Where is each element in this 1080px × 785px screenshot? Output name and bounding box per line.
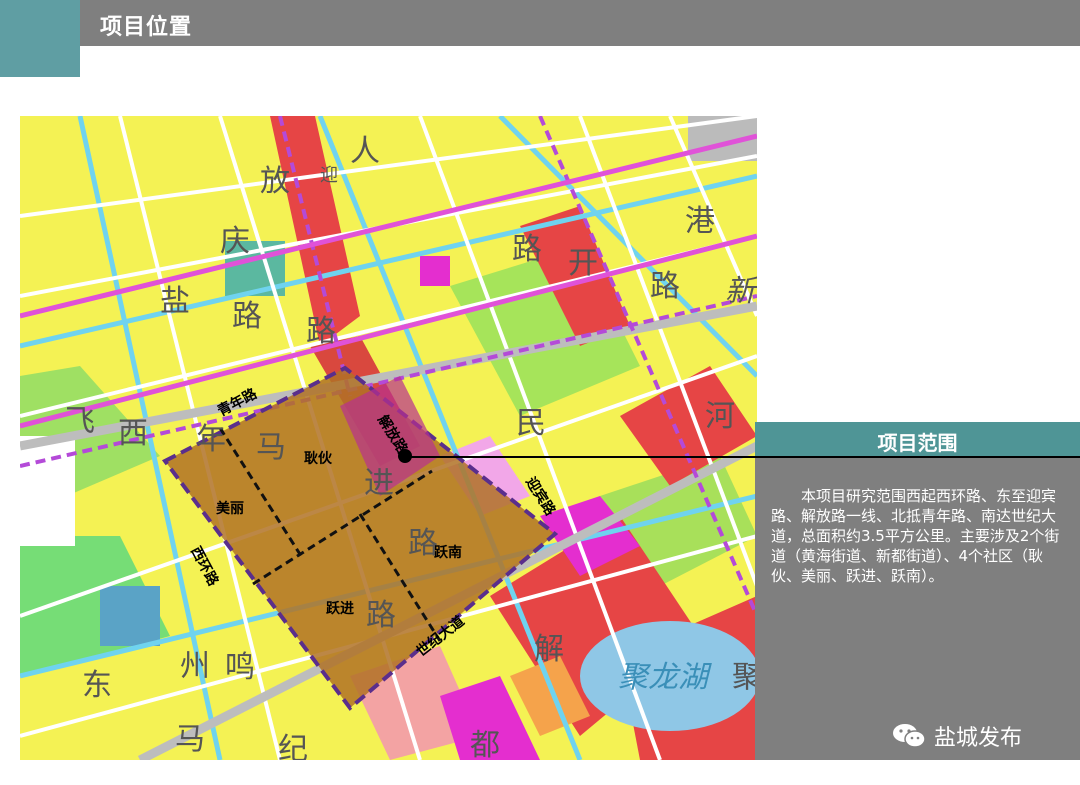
map-bg-char: 路 bbox=[512, 232, 542, 267]
map-bg-char: 解 bbox=[534, 632, 564, 667]
map-bg-char: 飞 bbox=[65, 404, 95, 439]
callout-dot bbox=[398, 449, 412, 463]
panel-title-bar: 项目范围 bbox=[755, 422, 1080, 458]
watermark: 盐城发布 bbox=[892, 720, 1022, 752]
panel-title: 项目范围 bbox=[877, 431, 958, 455]
map-bg-char: 开 bbox=[568, 246, 598, 281]
map-bg-char: 人 bbox=[350, 134, 380, 169]
header-bar: 项目位置 bbox=[80, 0, 1080, 46]
map-bg-char: 盐 bbox=[160, 284, 190, 319]
header-accent-block bbox=[0, 0, 80, 77]
area-label-meili: 美丽 bbox=[216, 501, 244, 517]
map-bg-char: 马 bbox=[175, 722, 205, 757]
map-bg-char: 民 bbox=[516, 406, 546, 441]
map-bg-char: 迎 bbox=[320, 165, 338, 186]
map-bg-char: 路 bbox=[366, 598, 396, 633]
map-bg-char: 港 bbox=[685, 204, 715, 239]
watermark-label: 盐城发布 bbox=[934, 726, 1023, 751]
map-bg-char: 进 bbox=[364, 466, 394, 501]
page-title: 项目位置 bbox=[100, 15, 193, 40]
wechat-icon bbox=[893, 724, 926, 748]
map-bg-char: 西 bbox=[118, 416, 148, 451]
map-bg-char: 鸣 bbox=[225, 650, 255, 685]
project-scope-panel: 项目范围 本项目研究范围西起西环路、东至迎宾路、解放路一线、北抵青年路、南达世纪… bbox=[755, 422, 1080, 760]
map-bg-char: 路 bbox=[232, 299, 262, 334]
map-bg-char: 聚 bbox=[732, 660, 757, 695]
map-bg-char: 路 bbox=[650, 269, 680, 304]
map-bg-char: 年 bbox=[196, 422, 226, 457]
map-bg-char: 聚龙湖 bbox=[618, 660, 708, 695]
panel-description: 本项目研究范围西起西环路、东至迎宾路、解放路一线、北抵青年路、南达世纪大道，总面… bbox=[771, 487, 1060, 585]
map-bg-char: 庆 bbox=[220, 224, 250, 259]
map-bg-char: 东 bbox=[82, 668, 112, 703]
map-bg-char: 州 bbox=[180, 649, 210, 684]
map-bg-char: 都 bbox=[470, 728, 500, 760]
area-label-yuenan: 跃南 bbox=[434, 545, 462, 561]
map-bg-char: 路 bbox=[306, 314, 336, 349]
map-bg-char: 放 bbox=[260, 164, 290, 199]
callout-line bbox=[405, 456, 1080, 458]
area-label-gengu: 耿伙 bbox=[304, 451, 332, 467]
map-bg-char: 新 bbox=[725, 274, 755, 309]
location-map: 人 放 迎 庆 盐 路 路 港 路 开 路 新 民 河 飞 西 年 马 进 路 … bbox=[20, 116, 757, 760]
map-bg-char: 马 bbox=[256, 430, 286, 465]
area-label-yuejin: 跃进 bbox=[326, 601, 354, 617]
map-bg-char: 纪 bbox=[278, 732, 308, 760]
map-bg-char: 河 bbox=[705, 399, 735, 434]
